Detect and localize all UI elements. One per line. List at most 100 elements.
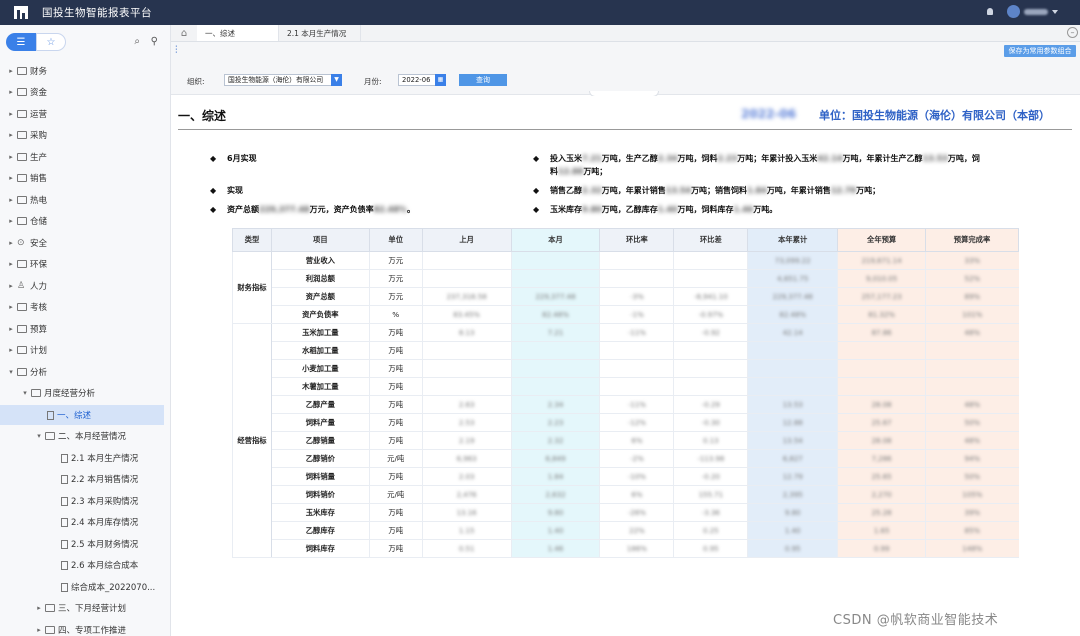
sidebar-item-special-work[interactable]: ▸ 四、专项工作推进 [34,620,126,636]
table-row: 财务指标 营业收入 万元 73,099.22 219,671.14 33% [232,251,1019,324]
diff-cell [673,269,748,288]
tab-production[interactable]: 2.1 本月生产情况 [279,25,361,41]
sidebar-item-analysis[interactable]: ▾ 分析 [6,362,47,382]
header-budget: 全年预算 [837,228,927,252]
user-menu[interactable] [1007,5,1058,18]
sidebar-item-power[interactable]: ▸ 热电 [6,190,47,210]
bullet-icon: ◆ [210,205,217,214]
unit-cell: 万元 [368,269,423,288]
cur-cell: 2.23 [510,413,600,432]
bullet-icon: ◆ [210,186,217,195]
blurred-value: 82.48% [373,205,407,214]
bullet-text: 万吨；年累计投入玉米 [737,154,818,163]
sidebar-item-budget[interactable]: ▸ 预算 [6,319,47,339]
ytd-cell: 12.79 [747,467,838,486]
sidebar-item-sales[interactable]: ▸ 销售 [6,168,47,188]
save-params-button[interactable]: 保存为常用参数组合 [1004,45,1076,57]
user-name [1024,8,1048,15]
month-input[interactable]: 2022-06 ▦ [398,74,446,86]
blurred-value: 25.67 [871,419,892,427]
blurred-value: -11% [627,329,646,337]
blurred-value: 25.28 [871,509,892,517]
sidebar-item-cost-202207[interactable]: 综合成本_2022070... [60,577,155,597]
pct-cell: 48% [925,395,1019,414]
sidebar-item-purchase[interactable]: ▸ 采购 [6,125,47,145]
sidebar-item-inventory-report[interactable]: 2.4 本月库存情况 [60,512,138,532]
ytd-cell: 13.54 [747,431,838,450]
table-row: 资产总额 万元 237,318.58 229,377.48 -3% -8,941.10 22… [233,287,1019,306]
sidebar-item-fund[interactable]: ▸ 资金 [6,82,47,102]
list-view-tab[interactable]: ☰ [6,33,36,51]
document-icon [47,410,54,420]
sidebar-item-assessment[interactable]: ▸ 考核 [6,297,47,317]
unit-cell: 万吨 [368,431,423,450]
filter-icon[interactable]: ⫶ [175,45,178,56]
query-button[interactable]: 查询 [459,74,507,86]
bud-cell: 87.86 [837,323,926,342]
bullet-text: 销售乙醇 [550,186,582,195]
home-icon[interactable]: ⌂ [171,25,197,41]
rate-cell: 22% [599,521,674,540]
expand-arrow-icon: ▸ [9,217,13,225]
unit-cell: 万吨 [368,395,423,414]
sidebar-item-label: 采购 [30,131,48,141]
item-cell: 木薯加工量 [270,377,370,396]
table-row: 经营指标 玉米加工量 万吨 8.13 7.21 -11% -0.92 42.14 87.86 48… [232,323,1019,558]
blurred-value: 155.71 [698,491,724,499]
sidebar-item-next-plan[interactable]: ▸ 三、下月经营计划 [34,598,126,618]
more-icon[interactable]: – [1067,27,1078,38]
sidebar-item-environment[interactable]: ▸ 环保 [6,254,47,274]
folder-icon [45,626,55,634]
unit-cell: 万吨 [368,359,423,378]
sidebar-item-production[interactable]: ▸ 生产 [6,147,47,167]
table-row: 木薯加工量 万吨 [233,377,1019,396]
sidebar-item-monthly-situation[interactable]: ▾ 二、本月经营情况 [34,426,126,446]
blurred-value: 13.54 [665,186,692,195]
tab-overview[interactable]: 一、综述 [197,25,279,41]
unit-cell: 万吨 [368,341,423,360]
org-select[interactable]: 国投生物能源（海伦）有限公司 ▼ [224,74,342,86]
sidebar-item-label: 考核 [30,303,48,313]
prev-cell [421,251,512,270]
blurred-value: 48% [964,437,981,445]
search-icon[interactable]: ⌕ [134,36,140,47]
item-cell: 饲料产量 [270,413,370,432]
diff-cell: -113.98 [673,449,748,468]
sidebar-item-storage[interactable]: ▸ 仓储 [6,211,47,231]
table-row: 利润总额 万元 4,651.75 9,010.05 52% [233,269,1019,288]
sidebar-item-operation[interactable]: ▸ 运营 [6,104,47,124]
pct-cell: 94% [925,449,1019,468]
bell-icon[interactable] [987,8,993,15]
blurred-value: 1.65 [873,527,890,535]
pin-icon[interactable]: ⚲ [151,36,158,47]
document-icon [61,582,68,592]
sidebar-item-sales-report[interactable]: 2.2 本月销售情况 [60,469,138,489]
sidebar-item-finance[interactable]: ▸ 财务 [6,61,47,81]
sidebar-item-label: 2.6 本月综合成本 [71,561,139,571]
sidebar-item-cost-report[interactable]: 2.6 本月综合成本 [60,555,138,575]
blurred-value: 2,270 [871,491,892,499]
category-cell: 经营指标 [232,323,272,558]
sidebar-item-label: 2.3 本月采购情况 [71,497,139,507]
bullet-text: 万吨；销售饲料 [691,186,748,195]
bud-cell: 9,010.05 [837,269,926,288]
sidebar-item-monthly-analysis[interactable]: ▾ 月度经营分析 [20,383,95,403]
rate-cell: -2% [599,449,674,468]
blurred-value: 0.99 [873,545,890,553]
sidebar-item-safety[interactable]: ▸ ⊙ 安全 [6,233,47,253]
ytd-cell: 6,827 [747,449,838,468]
expand-arrow-icon: ▸ [37,604,41,612]
sidebar-item-hr[interactable]: ▸ ♙ 人力 [6,276,47,296]
blurred-value: 6,849 [545,455,566,463]
sidebar-item-plan[interactable]: ▸ 计划 [6,340,47,360]
sidebar-item-purchase-report[interactable]: 2.3 本月采购情况 [60,491,138,511]
pct-cell: 33% [925,251,1019,270]
sidebar-item-overview[interactable]: 一、综述 [0,405,164,425]
favorites-tab[interactable]: ☆ [36,33,66,51]
blurred-value: 22% [629,527,645,535]
sidebar-item-label: 分析 [30,368,48,378]
sidebar-item-finance-report[interactable]: 2.5 本月财务情况 [60,534,138,554]
sidebar-item-production-report[interactable]: 2.1 本月生产情况 [60,448,138,468]
report-body: 一、综述 2022-06 单位：国投生物能源（海伦）有限公司（本部） ◆ 6月实现… [171,96,1080,636]
folder-icon [31,389,41,397]
